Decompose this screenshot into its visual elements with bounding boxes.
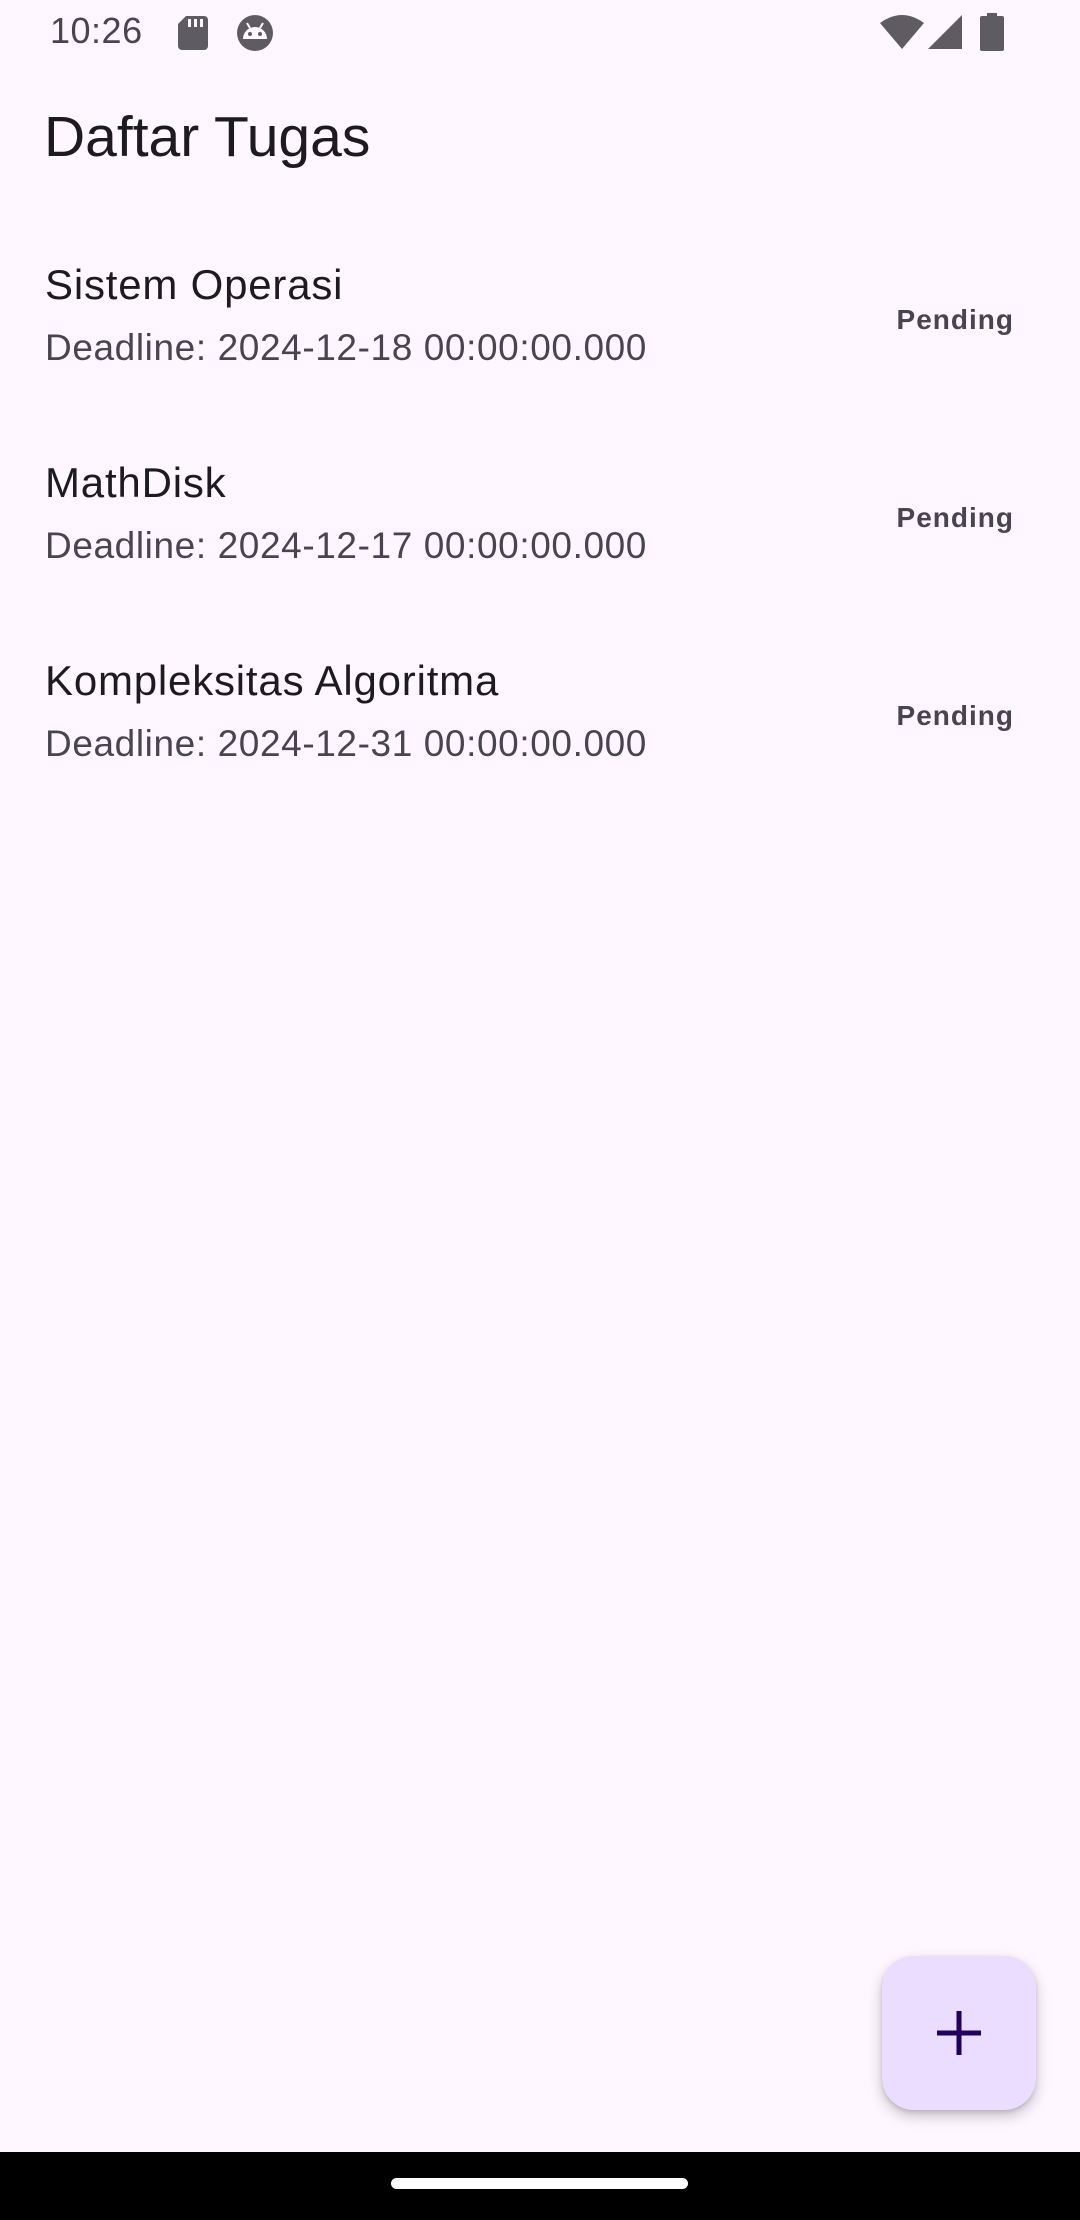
home-gesture-handle[interactable] [391,2178,688,2189]
task-status-label: Pending [896,700,1014,731]
page-title: Daftar Tugas [44,105,371,169]
task-deadline: Deadline: 2024-12-18 00:00:00.000 [45,327,647,368]
system-navigation-bar [0,2152,1080,2220]
status-time: 10:26 [50,10,143,51]
status-bar: 10:26 [0,0,1080,66]
task-deadline: Deadline: 2024-12-17 00:00:00.000 [45,525,647,566]
app-bar: Daftar Tugas [0,66,1080,214]
task-status-label: Pending [896,502,1014,533]
task-list-item[interactable]: MathDisk Deadline: 2024-12-17 00:00:00.0… [0,420,1080,618]
task-list-item[interactable]: Sistem Operasi Deadline: 2024-12-18 00:0… [0,222,1080,420]
android-debug-icon [237,15,273,51]
cellular-signal-icon [928,15,962,49]
task-list-item[interactable]: Kompleksitas Algoritma Deadline: 2024-12… [0,618,1080,816]
task-deadline: Deadline: 2024-12-31 00:00:00.000 [45,723,647,764]
wifi-icon [880,15,924,49]
battery-icon [980,13,1004,51]
task-title: Kompleksitas Algoritma [45,657,500,704]
sd-card-icon [178,16,208,50]
add-task-button[interactable] [882,1956,1036,2110]
task-list: Sistem Operasi Deadline: 2024-12-18 00:0… [0,222,1080,816]
task-title: MathDisk [45,459,227,506]
add-icon [937,2011,981,2055]
task-status-label: Pending [896,304,1014,335]
task-title: Sistem Operasi [45,261,344,308]
